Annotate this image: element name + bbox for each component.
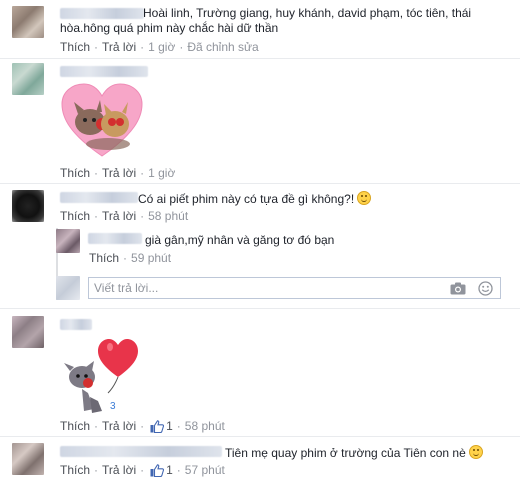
reply-text: già gân,mỹ nhân và găng tơ đó bạn [145,233,335,247]
comment-text: Có ai piết phim này có tựa đề gì không?! [138,191,372,207]
separator: · [176,463,181,477]
reply-actions: Thích · 59 phút [89,251,171,265]
avatar[interactable] [56,229,80,253]
comment-text-body: Tiên mẹ quay phim ở trường của Tiên con … [225,446,466,460]
comment-actions: Thích · Trả lời · 1 giờ · Đã chỉnh sửa [60,40,259,54]
timestamp[interactable]: 57 phút [185,463,225,477]
comment-actions: Thích · Trả lời · 58 phút [60,209,188,223]
thumbs-up-icon [150,463,165,477]
separator: · [94,419,99,433]
author-name[interactable] [60,192,138,203]
timestamp[interactable]: 1 giờ [148,166,175,180]
reply-link[interactable]: Trả lời [102,419,136,433]
emoji-picker-icon[interactable] [478,281,493,296]
like-link[interactable]: Thích [60,166,90,180]
comment-text-body: Có ai piết phim này có tựa đề gì không?! [138,192,355,206]
avatar[interactable] [12,443,44,475]
divider [0,308,520,309]
avatar[interactable] [12,316,44,348]
author-name[interactable] [60,8,144,19]
separator: · [140,419,145,433]
timestamp[interactable]: 1 giờ [148,40,175,54]
timestamp[interactable]: 59 phút [131,251,171,265]
reply-input-box [88,277,501,299]
cats-heart-sticker [61,83,143,157]
dog-balloon-sticker: 3 [64,339,138,413]
avatar [56,276,80,300]
separator: · [94,463,99,477]
thumbs-up-icon [150,419,165,433]
reply-link[interactable]: Trả lời [102,40,136,54]
like-link[interactable]: Thích [89,251,119,265]
like-link[interactable]: Thích [60,419,90,433]
comment-actions: Thích · Trả lời · 1 giờ [60,166,175,180]
reply-link[interactable]: Trả lời [102,209,136,223]
author-name[interactable] [60,319,92,330]
comment-text: Hoài linh, Trường giang, huy khánh, davi… [143,6,472,20]
separator: · [94,40,99,54]
comment-thread: Hoài linh, Trường giang, huy khánh, davi… [0,0,520,486]
divider [0,58,520,59]
separator: · [140,40,145,54]
smile-emoji-icon [357,191,372,205]
edited-label[interactable]: Đã chỉnh sửa [187,40,258,54]
author-name[interactable] [60,446,222,457]
separator: · [123,251,128,265]
comment-text: hòa.hông quá phim này chắc hài dữ thần [60,21,279,35]
comment-actions: Thích · Trả lời · 1 · 58 phút [60,419,225,433]
timestamp[interactable]: 58 phút [185,419,225,433]
like-link[interactable]: Thích [60,40,90,54]
avatar[interactable] [12,6,44,38]
author-name[interactable] [60,66,148,77]
comment-text: Tiên mẹ quay phim ở trường của Tiên con … [225,445,483,461]
separator: · [140,166,145,180]
separator: · [94,166,99,180]
separator: · [94,209,99,223]
author-name[interactable] [88,233,142,244]
timestamp[interactable]: 58 phút [148,209,188,223]
avatar[interactable] [12,63,44,95]
avatar[interactable] [12,190,44,222]
separator: · [179,40,184,54]
like-count[interactable]: 1 [166,463,173,477]
like-count[interactable]: 1 [166,419,173,433]
like-link[interactable]: Thích [60,209,90,223]
smile-emoji-icon [468,445,483,459]
camera-icon[interactable] [450,282,466,295]
reply-link[interactable]: Trả lời [102,166,136,180]
separator: · [140,463,145,477]
divider [0,436,520,437]
comment-actions: Thích · Trả lời · 1 · 57 phút [60,463,225,477]
divider [0,183,520,184]
separator: · [140,209,145,223]
reply-input[interactable] [89,278,434,298]
svg-text:3: 3 [110,401,116,412]
reply-link[interactable]: Trả lời [102,463,136,477]
separator: · [176,419,181,433]
like-link[interactable]: Thích [60,463,90,477]
